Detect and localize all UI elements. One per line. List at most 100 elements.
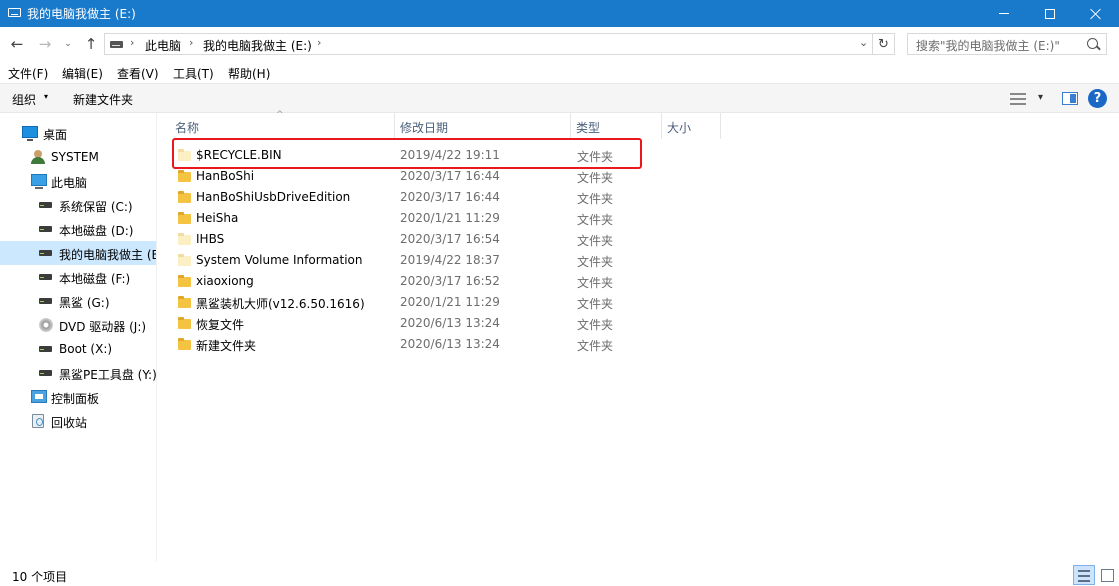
folder-icon [178,169,192,183]
file-row[interactable]: System Volume Information 2019/4/22 18:3… [170,250,642,271]
drive-icon [8,8,21,17]
details-view-icon[interactable] [1073,565,1095,585]
menu-tools[interactable]: 工具(T) [173,65,214,82]
column-header-size[interactable]: 大小 [667,113,721,139]
organize-button[interactable]: 组织 [12,91,36,108]
search-input[interactable]: 搜索"我的电脑我做主 (E:)" [907,33,1107,55]
file-name: xiaoxiong [196,274,254,288]
file-name: HeiSha [196,211,239,225]
file-row[interactable]: xiaoxiong 2020/3/17 16:52 文件夹 [170,271,642,292]
preview-pane-icon[interactable] [1062,92,1078,105]
file-type: 文件夹 [577,255,614,269]
sidebar-item-desktop[interactable]: 桌面 [0,121,156,145]
menu-file[interactable]: 文件(F) [8,65,48,82]
refresh-icon[interactable]: ↻ [873,33,895,55]
breadcrumb-this-pc[interactable]: 此电脑 [145,37,181,54]
menu-help[interactable]: 帮助(H) [228,65,270,82]
folder-icon [178,190,192,204]
minimize-icon [999,13,1009,14]
drive-icon [39,202,52,208]
file-row[interactable]: HanBoShiUsbDriveEdition 2020/3/17 16:44 … [170,187,642,208]
user-icon [31,150,45,164]
drive-icon [39,250,52,256]
minimize-button[interactable] [981,0,1027,27]
drive-icon [39,274,52,280]
drive-icon [110,41,123,48]
file-type: 文件夹 [577,297,614,311]
column-header-label: 修改日期 [400,121,449,135]
breadcrumb-separator[interactable]: › [130,36,134,49]
file-row[interactable]: IHBS 2020/3/17 16:54 文件夹 [170,229,642,250]
search-icon[interactable] [1086,38,1102,52]
file-type: 文件夹 [577,339,614,353]
desktop-icon [22,126,38,141]
file-date: 2020/1/21 11:29 [400,211,500,225]
folder-icon [178,295,192,309]
file-row[interactable]: 黑鲨装机大师(v12.6.50.1616) 2020/1/21 11:29 文件… [170,292,642,313]
folder-icon [178,253,192,267]
sidebar-item-system-user[interactable]: SYSTEM [0,145,156,169]
sidebar-item-drive-e[interactable]: 我的电脑我做主 (E:) [0,241,156,265]
view-options-caret-icon[interactable]: ▾ [1038,92,1043,103]
file-date: 2020/6/13 13:24 [400,316,500,330]
breadcrumb-separator[interactable]: › [317,36,321,49]
file-type: 文件夹 [577,276,614,290]
search-placeholder: 搜索"我的电脑我做主 (E:)" [916,39,1060,53]
column-header-date-modified[interactable]: 修改日期 [400,113,571,139]
file-name: 黑鲨装机大师(v12.6.50.1616) [196,297,365,311]
new-folder-button[interactable]: 新建文件夹 [73,91,133,108]
column-header-name[interactable]: 名称 [175,113,395,139]
address-bar[interactable]: › 此电脑 › 我的电脑我做主 (E:) › ⌄ [104,33,873,55]
file-row[interactable]: HanBoShi 2020/3/17 16:44 文件夹 [170,166,642,187]
back-arrow-icon[interactable]: ← [6,33,28,55]
breadcrumb-current-drive[interactable]: 我的电脑我做主 (E:) [203,37,312,54]
forward-arrow-icon[interactable]: → [34,33,56,55]
menu-edit[interactable]: 编辑(E) [62,65,103,82]
drive-icon [39,226,52,232]
recent-locations-icon[interactable]: ⌄ [61,33,75,55]
menu-view[interactable]: 查看(V) [117,65,159,82]
sidebar-item-label: 黑鲨 (G:) [59,296,110,310]
sidebar-item-label: Boot (X:) [59,342,113,356]
help-icon[interactable]: ? [1088,89,1107,108]
file-row[interactable]: 恢复文件 2020/6/13 13:24 文件夹 [170,313,642,334]
sidebar-item-label: 回收站 [51,416,88,430]
sidebar-item-drive-y[interactable]: 黑鲨PE工具盘 (Y:) [0,361,156,385]
view-options-icon[interactable] [1010,93,1026,105]
sidebar-item-label: 本地磁盘 (F:) [59,272,131,286]
organize-caret-icon[interactable]: ▾ [44,92,48,101]
file-name: 新建文件夹 [196,339,257,353]
file-row[interactable]: 新建文件夹 2020/6/13 13:24 文件夹 [170,334,642,355]
file-date: 2020/6/13 13:24 [400,337,500,351]
file-date: 2020/3/17 16:52 [400,274,500,288]
sidebar-item-label: 控制面板 [51,392,100,406]
command-bar: 组织 ▾ 新建文件夹 ▾ ? [0,83,1119,113]
column-header-type[interactable]: 类型 [576,113,662,139]
breadcrumb-separator[interactable]: › [189,36,193,49]
sidebar-item-recycle-bin[interactable]: 回收站 [0,409,156,433]
sidebar-item-drive-x[interactable]: Boot (X:) [0,337,156,361]
drive-icon [39,298,52,304]
sidebar-item-this-pc[interactable]: 此电脑 [0,169,156,193]
sidebar-item-drive-d[interactable]: 本地磁盘 (D:) [0,217,156,241]
sidebar-item-drive-f[interactable]: 本地磁盘 (F:) [0,265,156,289]
navigation-pane: 桌面 SYSTEM 此电脑 系统保留 (C:) 本地磁盘 (D:) 我的电脑我做… [0,113,157,562]
file-type: 文件夹 [577,234,614,248]
up-arrow-icon[interactable]: ↑ [80,33,102,55]
maximize-button[interactable] [1027,0,1073,27]
status-bar: 10 个项目 [0,562,1119,586]
file-row[interactable]: HeiSha 2020/1/21 11:29 文件夹 [170,208,642,229]
close-icon [1090,8,1102,20]
sidebar-item-control-panel[interactable]: 控制面板 [0,385,156,409]
item-count: 10 个项目 [12,570,68,584]
sidebar-item-drive-g[interactable]: 黑鲨 (G:) [0,289,156,313]
sidebar-item-drive-c[interactable]: 系统保留 (C:) [0,193,156,217]
sidebar-item-dvd-j[interactable]: DVD 驱动器 (J:) [0,313,156,337]
close-button[interactable] [1073,0,1119,27]
large-icons-view-icon[interactable] [1097,565,1117,585]
file-list: ^ 名称 修改日期 类型 大小 $RECYCLE.BIN 2019/4/22 1… [158,110,1119,562]
address-dropdown-icon[interactable]: ⌄ [859,36,868,49]
highlight-annotation [172,138,642,169]
file-type: 文件夹 [577,213,614,227]
file-name: System Volume Information [196,253,363,267]
